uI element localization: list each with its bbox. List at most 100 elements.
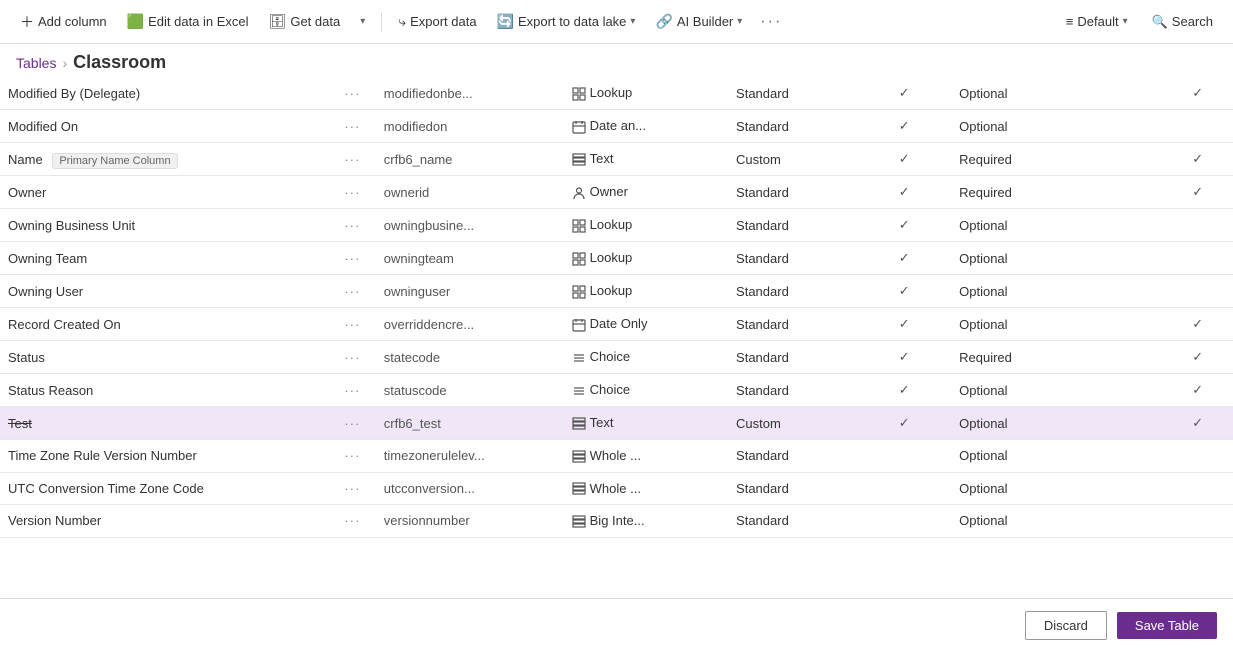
logical-name-cell: modifiedonbe... [376, 77, 564, 110]
table-row[interactable]: Owner···owneridOwnerStandard✓Required✓ [0, 176, 1233, 209]
field-name-cell: Status Reason [0, 374, 329, 407]
table-row[interactable]: Status···statecodeChoiceStandard✓Require… [0, 341, 1233, 374]
edit-excel-icon: 🟩 [127, 13, 144, 30]
field-name: UTC Conversion Time Zone Code [8, 481, 204, 496]
managed-cell [1162, 209, 1233, 242]
row-options-button[interactable]: ··· [329, 472, 376, 505]
table-row[interactable]: Owning Business Unit···owningbusine...Lo… [0, 209, 1233, 242]
logical-name-cell: overriddencre... [376, 308, 564, 341]
managed-check-icon: ✓ [1192, 316, 1203, 331]
managed-cell: ✓ [1162, 407, 1233, 440]
type-label: Lookup [590, 85, 633, 100]
searchable-cell [857, 472, 951, 505]
managed-check-icon: ✓ [1192, 184, 1203, 199]
table-row[interactable]: Modified On···modifiedonDate an...Standa… [0, 110, 1233, 143]
field-name-cell: Name Primary Name Column [0, 143, 329, 176]
row-options-button[interactable]: ··· [329, 77, 376, 110]
custom-cell: Standard [728, 440, 857, 473]
required-cell: Optional [951, 77, 1162, 110]
row-options-button[interactable]: ··· [329, 407, 376, 440]
row-options-button[interactable]: ··· [329, 440, 376, 473]
type-cell: Choice [564, 374, 728, 407]
row-options-button[interactable]: ··· [329, 275, 376, 308]
save-table-button[interactable]: Save Table [1117, 612, 1217, 639]
required-cell: Required [951, 176, 1162, 209]
custom-cell: Standard [728, 176, 857, 209]
table-row[interactable]: Modified By (Delegate) ···modifiedonbe...… [0, 77, 1233, 110]
table-row[interactable]: Test···crfb6_testTextCustom✓Optional✓ [0, 407, 1233, 440]
managed-cell [1162, 275, 1233, 308]
row-options-button[interactable]: ··· [329, 143, 376, 176]
type-cell: Owner [564, 176, 728, 209]
get-data-button[interactable]: 🗄 Get data [261, 9, 349, 34]
row-options-button[interactable]: ··· [329, 209, 376, 242]
field-name-cell: Status [0, 341, 329, 374]
expand-chevron-button[interactable]: ▾ [352, 12, 373, 31]
default-view-button[interactable]: ≡ Default ▾ [1058, 10, 1136, 33]
logical-name-cell: owningteam [376, 242, 564, 275]
required-cell: Optional [951, 242, 1162, 275]
row-options-button[interactable]: ··· [329, 176, 376, 209]
add-column-icon: ＋ [20, 12, 34, 32]
field-name-cell: Version Number [0, 505, 329, 538]
managed-cell: ✓ [1162, 176, 1233, 209]
field-name: Owning Team [8, 251, 87, 266]
custom-cell: Standard [728, 472, 857, 505]
table-row[interactable]: Version Number···versionnumberBig Inte..… [0, 505, 1233, 538]
type-cell: Text [564, 143, 728, 176]
custom-cell: Standard [728, 77, 857, 110]
field-name: Time Zone Rule Version Number [8, 448, 197, 463]
type-cell: Whole ... [564, 440, 728, 473]
more-options-button[interactable]: ··· [754, 9, 788, 35]
custom-cell: Standard [728, 110, 857, 143]
row-options-button[interactable]: ··· [329, 341, 376, 374]
required-cell: Required [951, 341, 1162, 374]
table-row[interactable]: Name Primary Name Column···crfb6_nameTex… [0, 143, 1233, 176]
type-label: Date Only [590, 316, 648, 331]
row-options-button[interactable]: ··· [329, 110, 376, 143]
searchable-check-icon: ✓ [899, 316, 910, 331]
table-row[interactable]: Owning Team···owningteamLookupStandard✓O… [0, 242, 1233, 275]
add-column-button[interactable]: ＋ Add column [12, 8, 115, 36]
field-name: Modified By (Delegate) [8, 86, 140, 101]
export-lake-button[interactable]: 🔄 Export to data lake ▾ [489, 9, 644, 34]
row-options-button[interactable]: ··· [329, 374, 376, 407]
managed-cell: ✓ [1162, 77, 1233, 110]
search-button[interactable]: 🔍 Search [1144, 10, 1221, 34]
field-name-cell: Modified On [0, 110, 329, 143]
type-label: Choice [590, 349, 630, 364]
ai-builder-icon: 🔗 [655, 13, 672, 30]
searchable-cell: ✓ [857, 275, 951, 308]
required-cell: Optional [951, 110, 1162, 143]
row-options-button[interactable]: ··· [329, 242, 376, 275]
discard-button[interactable]: Discard [1025, 611, 1107, 640]
searchable-check-icon: ✓ [899, 118, 910, 133]
table-row[interactable]: Time Zone Rule Version Number···timezone… [0, 440, 1233, 473]
type-cell: Text [564, 407, 728, 440]
required-cell: Optional [951, 472, 1162, 505]
logical-name-cell: ownerid [376, 176, 564, 209]
export-data-button[interactable]: ⤷ Export data [390, 9, 484, 34]
table-row[interactable]: Owning User···owninguserLookupStandard✓O… [0, 275, 1233, 308]
edit-excel-button[interactable]: 🟩 Edit data in Excel [119, 9, 257, 34]
field-name-cell: Owning Team [0, 242, 329, 275]
table-row[interactable]: UTC Conversion Time Zone Code···utcconve… [0, 472, 1233, 505]
export-lake-icon: 🔄 [497, 13, 514, 30]
managed-check-icon: ✓ [1192, 415, 1203, 430]
type-label: Choice [590, 382, 630, 397]
row-options-button[interactable]: ··· [329, 505, 376, 538]
custom-cell: Custom [728, 407, 857, 440]
managed-check-icon: ✓ [1192, 151, 1203, 166]
tables-link[interactable]: Tables [16, 55, 56, 71]
table-row[interactable]: Status Reason···statuscodeChoiceStandard… [0, 374, 1233, 407]
row-options-button[interactable]: ··· [329, 308, 376, 341]
type-cell: Lookup [564, 77, 728, 110]
ai-builder-button[interactable]: 🔗 AI Builder ▾ [647, 9, 750, 34]
managed-cell: ✓ [1162, 308, 1233, 341]
logical-name-cell: statecode [376, 341, 564, 374]
table-row[interactable]: Record Created On···overriddencre...Date… [0, 308, 1233, 341]
breadcrumb-separator: › [62, 55, 67, 71]
type-cell: Date an... [564, 110, 728, 143]
add-column-label: Add column [38, 14, 107, 29]
type-label: Lookup [590, 250, 633, 265]
